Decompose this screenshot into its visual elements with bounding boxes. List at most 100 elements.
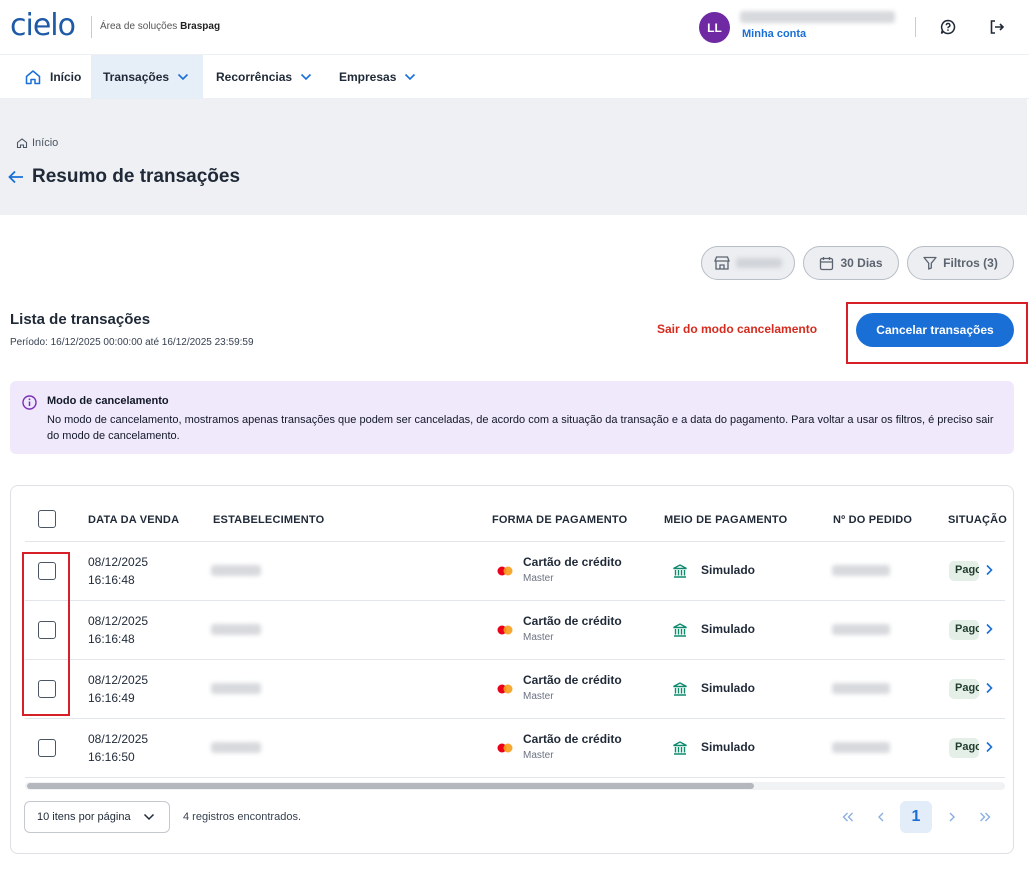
chevron-right-icon[interactable]	[985, 564, 993, 576]
select-all-checkbox[interactable]	[38, 510, 56, 528]
sale-datetime: 08/12/2025 16:16:48	[88, 612, 148, 648]
payment-form: Cartão de crédito	[523, 732, 622, 746]
exit-cancel-mode-link[interactable]: Sair do modo cancelamento	[657, 322, 817, 336]
column-header-establishment[interactable]: ESTABELECIMENTO	[213, 514, 324, 526]
card-brand: Master	[523, 750, 554, 761]
period-filter-chip[interactable]: 30 Dias	[803, 246, 899, 280]
nav-label-inicio: Início	[50, 70, 82, 84]
status-badge: Pago	[949, 561, 979, 581]
table-row[interactable]: 08/12/2025 16:16:48 Cartão de crédito Mas…	[25, 542, 1005, 601]
nav-item-inicio[interactable]: Início	[12, 55, 93, 99]
table-row[interactable]: 08/12/2025 16:16:49 Cartão de crédito Mas…	[25, 660, 1005, 719]
scrollbar-thumb[interactable]	[27, 783, 754, 789]
payment-method: Simulado	[701, 622, 756, 636]
back-arrow-icon[interactable]	[8, 170, 24, 184]
status-badge: Pago	[949, 738, 979, 758]
bank-icon	[673, 682, 687, 696]
page-title: Resumo de transações	[8, 166, 240, 188]
bank-icon	[673, 623, 687, 637]
establishment-redacted	[211, 742, 261, 753]
sale-date: 08/12/2025	[88, 614, 149, 628]
row-checkbox[interactable]	[38, 739, 56, 757]
cielo-logo[interactable]: cielo	[10, 9, 76, 43]
home-icon	[16, 138, 28, 149]
nav-item-empresas[interactable]: Empresas	[327, 55, 428, 99]
sale-date: 08/12/2025	[88, 555, 149, 569]
column-header-payment-method[interactable]: MEIO DE PAGAMENTO	[664, 514, 787, 526]
filters-label: Filtros (3)	[943, 256, 998, 270]
items-per-page-select[interactable]: 10 itens por página	[24, 801, 170, 833]
first-page-button[interactable]	[832, 801, 864, 833]
items-per-page-value: 10 itens por página	[37, 811, 131, 823]
column-header-status[interactable]: SITUAÇÃO	[948, 514, 1007, 526]
sale-date: 08/12/2025	[88, 732, 149, 746]
table-row[interactable]: 08/12/2025 16:16:50 Cartão de crédito Mas…	[25, 719, 1005, 778]
sale-time: 16:16:49	[88, 691, 135, 705]
highlight-box-cancel-button	[846, 302, 1028, 364]
mastercard-icon	[497, 566, 513, 576]
page-title-text: Resumo de transações	[32, 166, 241, 187]
column-header-sale-date[interactable]: DATA DA VENDA	[88, 514, 179, 526]
horizontal-scrollbar[interactable]	[25, 782, 1005, 790]
order-number-redacted	[832, 683, 890, 694]
banner-text: No modo de cancelamento, mostramos apena…	[47, 414, 994, 442]
order-number-redacted	[832, 565, 890, 576]
filter-icon	[923, 256, 937, 270]
card-brand: Master	[523, 632, 554, 643]
avatar[interactable]: LL	[699, 12, 730, 43]
logo-divider	[91, 16, 92, 38]
mastercard-icon	[497, 625, 513, 635]
payment-form: Cartão de crédito	[523, 614, 622, 628]
home-icon	[25, 70, 41, 85]
last-page-button[interactable]	[969, 801, 1001, 833]
subtitle-prefix: Área de soluções	[100, 21, 178, 32]
my-account-link[interactable]: Minha conta	[742, 28, 806, 40]
header-divider	[915, 17, 916, 37]
main-nav: Início Transações Recorrências Empresas	[0, 55, 1029, 99]
chevron-right-icon[interactable]	[985, 623, 993, 635]
mastercard-icon	[497, 684, 513, 694]
column-header-payment-form[interactable]: FORMA DE PAGAMENTO	[492, 514, 627, 526]
store-name-redacted	[736, 258, 782, 268]
table-row[interactable]: 08/12/2025 16:16:48 Cartão de crédito Mas…	[25, 601, 1005, 660]
help-icon[interactable]	[938, 17, 958, 37]
chevron-right-icon[interactable]	[985, 682, 993, 694]
nav-label-recorrencias: Recorrências	[216, 70, 293, 84]
double-chevron-right-icon	[980, 812, 991, 822]
column-header-order-number[interactable]: Nº DO PEDIDO	[833, 514, 912, 526]
establishment-redacted	[211, 624, 261, 635]
bank-icon	[673, 741, 687, 755]
store-filter-chip[interactable]	[701, 246, 795, 280]
previous-page-button[interactable]	[865, 801, 897, 833]
top-header: cielo Área de soluções Braspag LL Minha …	[0, 0, 1029, 55]
double-chevron-left-icon	[842, 812, 853, 822]
logo-subtitle: Área de soluções Braspag	[100, 21, 220, 32]
user-email-redacted	[740, 11, 895, 23]
status-badge: Pago	[949, 679, 979, 699]
chevron-down-icon	[405, 73, 416, 81]
breadcrumb[interactable]: Início	[16, 137, 58, 149]
sale-time: 16:16:48	[88, 632, 135, 646]
chevron-right-icon[interactable]	[985, 741, 993, 753]
nav-item-transacoes[interactable]: Transações	[91, 55, 203, 99]
filters-chip[interactable]: Filtros (3)	[907, 246, 1014, 280]
payment-form: Cartão de crédito	[523, 673, 622, 687]
sale-datetime: 08/12/2025 16:16:48	[88, 553, 148, 589]
page-button-current[interactable]: 1	[900, 801, 932, 833]
chevron-down-icon	[177, 73, 189, 81]
sale-datetime: 08/12/2025 16:16:49	[88, 671, 148, 707]
cancel-mode-banner: Modo de cancelamento No modo de cancelam…	[10, 381, 1014, 454]
sale-time: 16:16:50	[88, 750, 135, 764]
period-filter-label: 30 Dias	[840, 256, 883, 270]
order-number-redacted	[832, 742, 890, 753]
payment-method: Simulado	[701, 681, 756, 695]
status-badge: Pago	[949, 620, 979, 640]
payment-method: Simulado	[701, 563, 756, 577]
chevron-left-icon	[878, 812, 884, 822]
order-number-redacted	[832, 624, 890, 635]
nav-item-recorrencias[interactable]: Recorrências	[204, 55, 324, 99]
next-page-button[interactable]	[936, 801, 968, 833]
transactions-table-card: DATA DA VENDA ESTABELECIMENTO FORMA DE P…	[10, 485, 1014, 854]
page-header-band	[0, 99, 1027, 215]
logout-icon[interactable]	[987, 17, 1007, 37]
